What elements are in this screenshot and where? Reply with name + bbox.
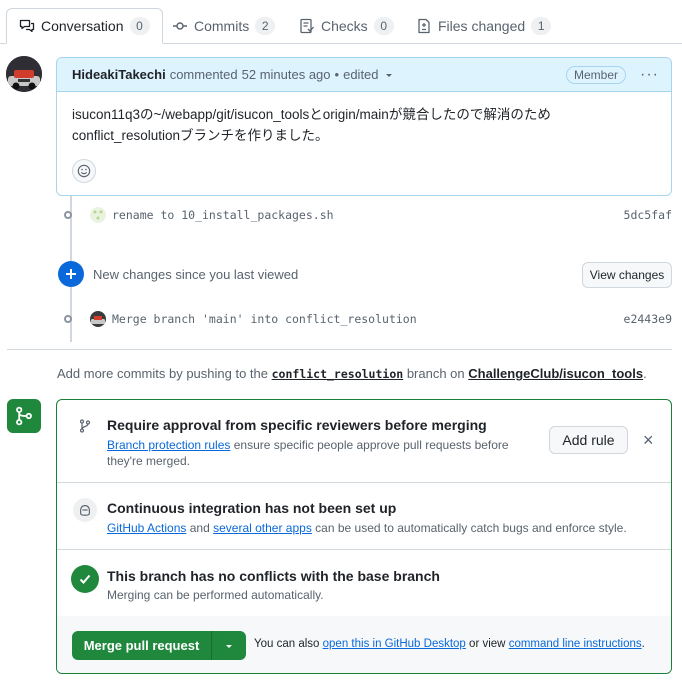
add-reaction-button[interactable] xyxy=(72,159,96,183)
conflicts-title: This branch has no conflicts with the ba… xyxy=(107,568,440,584)
other-apps-link[interactable]: several other apps xyxy=(213,521,312,535)
merge-button-group: Merge pull request xyxy=(72,631,246,660)
push-hint-middle: branch on xyxy=(406,366,465,381)
smiley-icon xyxy=(77,164,91,178)
branch-protection-link[interactable]: Branch protection rules xyxy=(107,438,230,452)
approval-title: Require approval from specific reviewers… xyxy=(107,417,487,433)
add-rule-button[interactable]: Add rule xyxy=(549,426,628,454)
ci-title: Continuous integration has not been set … xyxy=(107,500,397,516)
tab-conversation-count: 0 xyxy=(129,17,150,35)
commit-row: rename to 10_install_packages.sh 5dc5faf xyxy=(62,205,672,225)
avatar[interactable] xyxy=(6,56,42,92)
conflicts-section: This branch has no conflicts with the ba… xyxy=(57,549,671,617)
commit-sha[interactable]: e2443e9 xyxy=(624,312,672,326)
new-changes-label: New changes since you last viewed xyxy=(93,267,299,282)
checklist-icon xyxy=(300,18,314,33)
tab-files-changed-count: 1 xyxy=(531,16,552,35)
copilot-icon xyxy=(80,505,90,516)
push-hint-suffix: . xyxy=(643,366,647,381)
ci-and: and xyxy=(189,521,210,535)
triangle-down-icon xyxy=(226,644,232,648)
tab-conversation-label: Conversation xyxy=(41,18,124,34)
merge-end: . xyxy=(641,638,645,650)
push-hint-prefix: Add more commits by pushing to the xyxy=(57,366,268,381)
comment-time[interactable]: 52 minutes ago xyxy=(242,67,331,82)
commit-avatar[interactable] xyxy=(90,207,106,223)
ci-section: Continuous integration has not been set … xyxy=(57,482,671,550)
comment-discussion-icon xyxy=(19,19,35,33)
comment-separator: • xyxy=(334,67,340,82)
repo-link[interactable]: ChallengeClub/isucon_tools xyxy=(468,366,643,381)
file-diff-icon xyxy=(418,18,430,33)
git-branch-icon xyxy=(79,419,91,433)
tab-checks[interactable]: Checks 0 xyxy=(299,8,394,43)
comment-header: HideakiTakechi commented 52 minutes ago … xyxy=(57,58,671,92)
view-changes-button[interactable]: View changes xyxy=(582,262,672,288)
close-icon[interactable]: × xyxy=(643,430,654,451)
commit-avatar[interactable] xyxy=(90,311,106,327)
conflicts-sub: Merging can be performed automatically. xyxy=(107,588,324,602)
tab-commits-count: 2 xyxy=(255,16,276,35)
merge-actions: Merge pull request You can also open thi… xyxy=(57,616,671,673)
commit-row: Merge branch 'main' into conflict_resolu… xyxy=(62,309,672,329)
tab-checks-label: Checks xyxy=(321,17,368,34)
push-hint: Add more commits by pushing to the confl… xyxy=(57,366,647,381)
ci-text: GitHub Actions and several other apps ca… xyxy=(107,520,647,536)
tab-commits[interactable]: Commits 2 xyxy=(172,8,276,43)
kebab-menu-icon[interactable]: ··· xyxy=(640,66,659,84)
branch-name[interactable]: conflict_resolution xyxy=(272,367,404,381)
merge-options-button[interactable] xyxy=(212,631,246,660)
ci-text-rest: can be used to automatically catch bugs … xyxy=(315,521,627,535)
tab-files-changed[interactable]: Files changed 1 xyxy=(416,8,552,43)
member-badge: Member xyxy=(566,65,627,84)
commit-dot-icon xyxy=(64,211,72,219)
pr-tabs: Conversation 0 Commits 2 Checks 0 Files … xyxy=(0,0,682,44)
comment-box: HideakiTakechi commented 52 minutes ago … xyxy=(56,57,672,196)
commit-message[interactable]: Merge branch 'main' into conflict_resolu… xyxy=(112,312,417,326)
check-circle-icon xyxy=(71,565,99,593)
chevron-down-icon[interactable] xyxy=(383,69,395,81)
merge-also: You can also xyxy=(254,638,320,650)
github-actions-link[interactable]: GitHub Actions xyxy=(107,521,186,535)
tab-checks-count: 0 xyxy=(373,16,394,35)
commit-sha[interactable]: 5dc5faf xyxy=(624,208,672,222)
tab-conversation[interactable]: Conversation 0 xyxy=(6,8,163,44)
git-commit-icon xyxy=(173,21,187,30)
timeline-divider xyxy=(7,349,672,350)
comment-author[interactable]: HideakiTakechi xyxy=(72,67,166,82)
merge-alt-text: You can also open this in GitHub Desktop… xyxy=(254,638,645,650)
commit-message[interactable]: rename to 10_install_packages.sh xyxy=(112,208,334,222)
merge-or-view: or view xyxy=(469,638,506,650)
commit-dot-icon xyxy=(64,315,72,323)
command-line-link[interactable]: command line instructions xyxy=(509,638,642,650)
comment-edited[interactable]: edited xyxy=(343,67,378,82)
approval-text-line2: they're merged. xyxy=(107,454,190,468)
merge-box: Require approval from specific reviewers… xyxy=(56,399,672,674)
ci-icon xyxy=(73,498,97,522)
approval-text-line1: ensure specific people approve pull requ… xyxy=(233,438,509,452)
tab-files-changed-label: Files changed xyxy=(438,17,526,34)
merge-pull-request-button[interactable]: Merge pull request xyxy=(72,631,212,660)
git-merge-icon xyxy=(7,399,41,433)
new-changes-icon xyxy=(58,261,84,287)
github-desktop-link[interactable]: open this in GitHub Desktop xyxy=(323,638,466,650)
comment-body: isucon11q3の~/webapp/git/isucon_toolsとori… xyxy=(72,107,551,143)
approval-text: Branch protection rules ensure specific … xyxy=(107,437,527,469)
comment-action: commented xyxy=(169,67,238,82)
approval-section: Require approval from specific reviewers… xyxy=(57,400,671,483)
tab-commits-label: Commits xyxy=(194,17,250,34)
